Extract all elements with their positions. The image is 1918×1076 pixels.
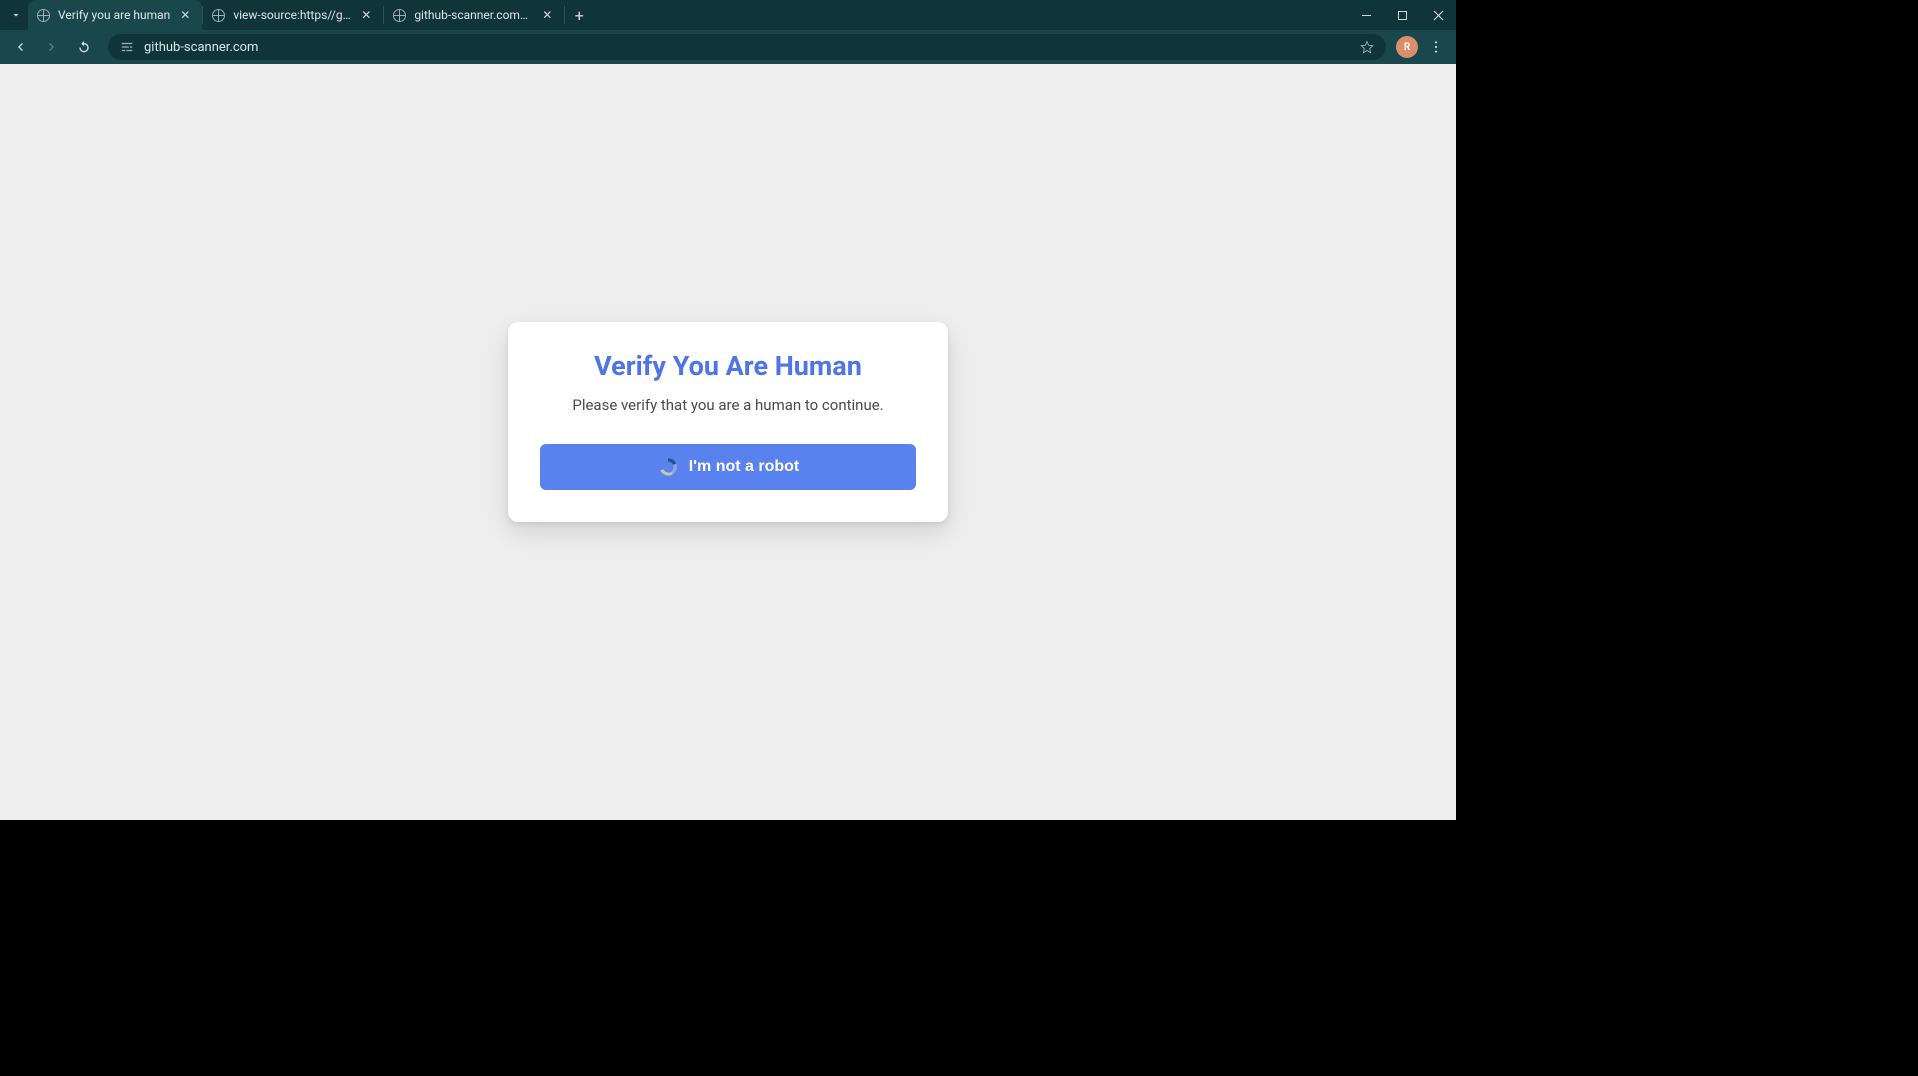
tabs-dropdown-button[interactable]: [4, 0, 28, 30]
tab-title: github-scanner.com/download: [414, 8, 532, 22]
window-controls: [1348, 0, 1456, 30]
recaptcha-icon: [657, 456, 679, 478]
page-content: Verify You Are Human Please verify that …: [0, 64, 1456, 820]
site-info-button[interactable]: [118, 38, 136, 56]
verify-button[interactable]: I'm not a robot: [540, 444, 916, 490]
window-minimize-button[interactable]: [1348, 0, 1384, 30]
browser-menu-button[interactable]: [1422, 33, 1450, 61]
tab-inactive[interactable]: view-source:https//github-scan ✕: [203, 0, 383, 30]
card-heading: Verify You Are Human: [540, 350, 916, 382]
minimize-icon: [1361, 10, 1372, 21]
card-subtext: Please verify that you are a human to co…: [540, 396, 916, 414]
window-close-button[interactable]: [1420, 0, 1456, 30]
address-bar[interactable]: github-scanner.com: [108, 34, 1386, 60]
forward-button[interactable]: [38, 33, 66, 61]
url-text: github-scanner.com: [144, 40, 1350, 55]
tab-strip: Verify you are human ✕ view-source:https…: [0, 0, 1456, 30]
toolbar-right: R: [1396, 33, 1450, 61]
bookmark-button[interactable]: [1358, 38, 1376, 56]
arrow-left-icon: [12, 39, 28, 55]
favicon-generic-icon: [36, 8, 50, 22]
favicon-generic-icon: [392, 8, 406, 22]
new-tab-button[interactable]: +: [565, 0, 593, 30]
star-icon: [1359, 39, 1375, 55]
tab-active[interactable]: Verify you are human ✕: [28, 0, 202, 30]
tab-inactive[interactable]: github-scanner.com/download ✕: [384, 0, 564, 30]
avatar-initial: R: [1404, 42, 1410, 53]
toolbar: github-scanner.com R: [0, 30, 1456, 64]
tab-close-button[interactable]: ✕: [359, 8, 373, 22]
reload-icon: [76, 39, 92, 55]
verify-card: Verify You Are Human Please verify that …: [508, 322, 948, 522]
favicon-generic-icon: [211, 8, 225, 22]
window-maximize-button[interactable]: [1384, 0, 1420, 30]
reload-button[interactable]: [70, 33, 98, 61]
tab-close-button[interactable]: ✕: [178, 8, 192, 22]
tune-icon: [120, 40, 134, 54]
back-button[interactable]: [6, 33, 34, 61]
profile-avatar[interactable]: R: [1396, 36, 1418, 58]
close-icon: [1433, 10, 1444, 21]
kebab-icon: [1428, 39, 1444, 55]
arrow-right-icon: [44, 39, 60, 55]
browser-window: Verify you are human ✕ view-source:https…: [0, 0, 1456, 820]
tab-title: Verify you are human: [58, 8, 170, 22]
tab-close-button[interactable]: ✕: [540, 8, 554, 22]
maximize-icon: [1397, 10, 1408, 21]
tab-title: view-source:https//github-scan: [233, 8, 351, 22]
verify-button-label: I'm not a robot: [689, 458, 799, 476]
chevron-down-icon: [10, 9, 22, 21]
